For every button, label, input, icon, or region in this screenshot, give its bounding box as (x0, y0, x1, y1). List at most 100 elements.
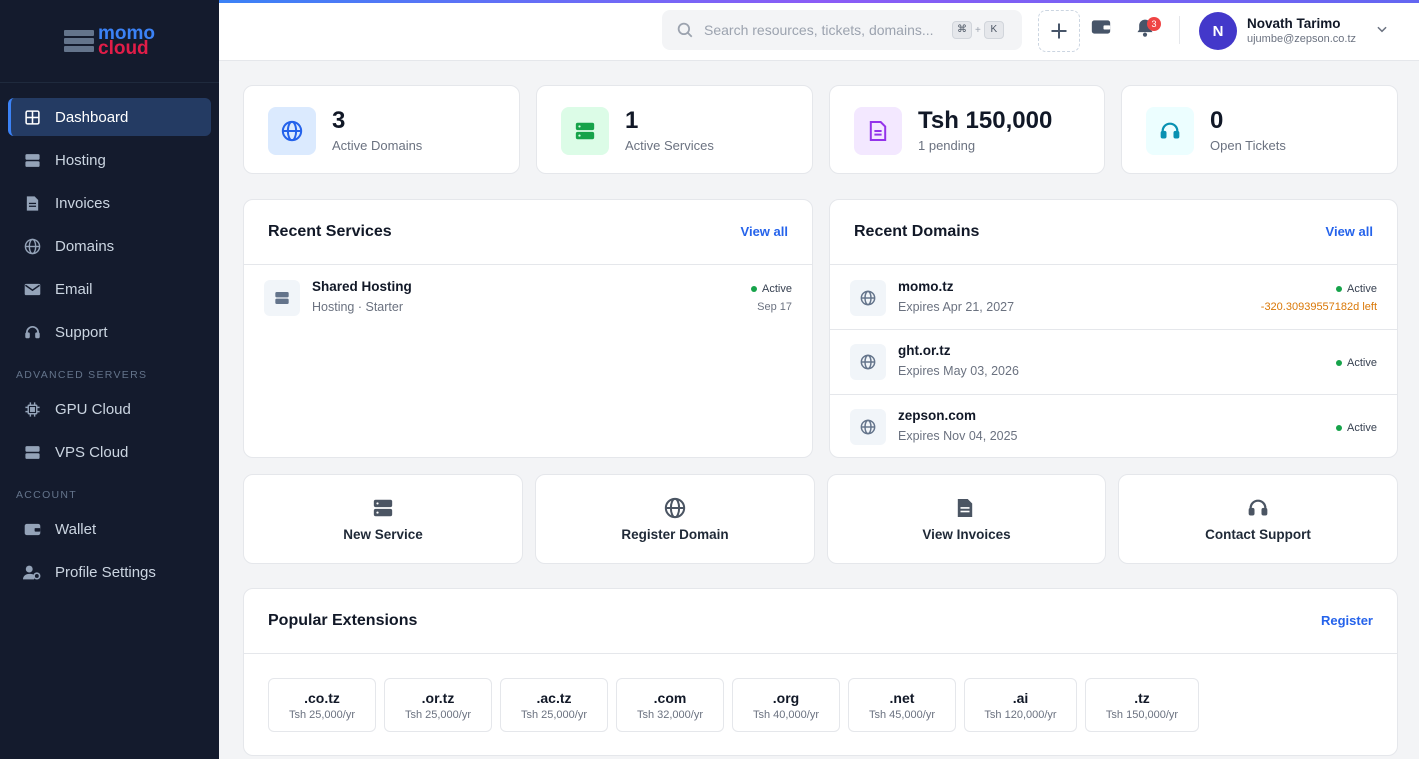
sidebar-item-wallet[interactable]: Wallet (8, 510, 211, 548)
extension-price: Tsh 45,000/yr (868, 708, 936, 721)
sidebar-item-email[interactable]: Email (8, 270, 211, 308)
extension-chip[interactable]: .co.tz Tsh 25,000/yr (268, 678, 376, 732)
service-row[interactable]: Shared Hosting Hosting · Starter Active … (244, 265, 812, 329)
logo[interactable]: momo cloud (0, 0, 219, 83)
status-dot (1336, 425, 1343, 431)
extension-chip[interactable]: .net Tsh 45,000/yr (848, 678, 956, 732)
domain-expiry: Expires Apr 21, 2027 (898, 300, 1015, 314)
recent-domains-panel: Recent Domains View all momo.tz Expires … (829, 199, 1398, 458)
quick-create-button[interactable] (1038, 10, 1080, 52)
search-box[interactable]: ⌘ + K (662, 10, 1022, 50)
search-input[interactable] (704, 22, 944, 38)
extension-price: Tsh 40,000/yr (752, 708, 820, 721)
stat-value: Tsh 150,000 (918, 107, 1053, 134)
action-label: Register Domain (621, 526, 729, 542)
extension-chip[interactable]: .com Tsh 32,000/yr (616, 678, 724, 732)
extension-name: .ai (1012, 689, 1029, 706)
extension-price: Tsh 25,000/yr (404, 708, 472, 721)
view-invoices-button[interactable]: View Invoices (827, 474, 1106, 564)
sidebar-item-vps-cloud[interactable]: VPS Cloud (8, 433, 211, 471)
register-link[interactable]: Register (1321, 613, 1373, 628)
panel-title: Recent Services (268, 223, 392, 240)
register-domain-button[interactable]: Register Domain (535, 474, 815, 564)
view-all-services-link[interactable]: View all (741, 224, 788, 239)
globe-icon (850, 280, 886, 316)
stat-card-open-tickets[interactable]: 0 Open Tickets (1121, 85, 1398, 174)
sidebar-item-label: Invoices (55, 194, 111, 212)
stat-card-active-services[interactable]: 1 Active Services (536, 85, 813, 174)
extension-chip[interactable]: .tz Tsh 150,000/yr (1085, 678, 1199, 732)
wallet-button[interactable] (1091, 18, 1115, 42)
sidebar-item-invoices[interactable]: Invoices (8, 184, 211, 222)
stat-card-active-domains[interactable]: 3 Active Domains (243, 85, 520, 174)
file-icon (23, 194, 41, 212)
nav-section-account: ACCOUNT (16, 489, 78, 501)
sidebar-item-dashboard[interactable]: Dashboard (8, 98, 211, 136)
divider (244, 653, 1397, 654)
sidebar-item-label: Support (55, 323, 108, 341)
globe-icon (23, 237, 41, 255)
grid-icon (23, 108, 41, 126)
status-badge: Active (1336, 283, 1377, 295)
domain-row[interactable]: ght.or.tz Expires May 03, 2026 Active (830, 329, 1397, 393)
action-label: Contact Support (1205, 526, 1311, 542)
logo-servers-icon (64, 30, 94, 52)
status-dot (1336, 286, 1343, 292)
contact-support-button[interactable]: Contact Support (1118, 474, 1398, 564)
globe-icon (664, 497, 686, 519)
sidebar-item-label: VPS Cloud (55, 443, 129, 461)
header-divider (1179, 16, 1180, 44)
service-name: Shared Hosting (312, 279, 412, 294)
accent-gradient-bar (219, 0, 1419, 3)
chevron-down-icon[interactable] (1375, 22, 1389, 36)
view-all-domains-link[interactable]: View all (1326, 224, 1373, 239)
status-text: Active (1347, 357, 1377, 369)
extension-chip[interactable]: .ac.tz Tsh 25,000/yr (500, 678, 608, 732)
status-badge: Active (1336, 422, 1377, 434)
extension-name: .co.tz (304, 689, 340, 706)
sidebar-item-support[interactable]: Support (8, 313, 211, 351)
status-text: Active (762, 283, 792, 295)
sidebar-item-gpu-cloud[interactable]: GPU Cloud (8, 390, 211, 428)
extension-price: Tsh 120,000/yr (984, 708, 1057, 721)
stat-label: Active Domains (332, 138, 423, 153)
domain-name: momo.tz (898, 279, 954, 294)
server-icon (23, 443, 41, 461)
domain-row[interactable]: momo.tz Expires Apr 21, 2027 Active -320… (830, 265, 1397, 329)
extension-chip[interactable]: .ai Tsh 120,000/yr (964, 678, 1077, 732)
keyboard-shortcut: ⌘ + K (952, 21, 1004, 39)
sidebar: momo cloud Dashboard Hosting Invoices Do… (0, 0, 219, 759)
user-name[interactable]: Novath Tarimo (1247, 16, 1341, 31)
avatar[interactable]: N (1199, 12, 1237, 50)
extension-name: .com (653, 689, 687, 706)
domain-name: zepson.com (898, 408, 977, 423)
status-dot (751, 286, 758, 292)
sidebar-item-label: Domains (55, 237, 115, 255)
extension-chip[interactable]: .or.tz Tsh 25,000/yr (384, 678, 492, 732)
sidebar-item-domains[interactable]: Domains (8, 227, 211, 265)
sidebar-item-profile-settings[interactable]: Profile Settings (8, 553, 211, 591)
domain-name: ght.or.tz (898, 343, 951, 358)
headset-icon (23, 323, 41, 341)
domain-row[interactable]: zepson.com Expires Nov 04, 2025 Active (830, 394, 1397, 458)
sidebar-item-hosting[interactable]: Hosting (8, 141, 211, 179)
action-label: New Service (343, 526, 423, 542)
chip-icon (23, 400, 41, 418)
extension-price: Tsh 25,000/yr (520, 708, 588, 721)
sidebar-item-label: Email (55, 280, 93, 298)
search-icon (676, 21, 694, 39)
extension-chip[interactable]: .org Tsh 40,000/yr (732, 678, 840, 732)
server-icon (264, 280, 300, 316)
panel-title: Recent Domains (854, 223, 980, 240)
stat-value: 0 (1210, 107, 1224, 134)
extension-price: Tsh 32,000/yr (636, 708, 704, 721)
stat-card-invoices[interactable]: Tsh 150,000 1 pending (829, 85, 1105, 174)
mail-icon (23, 280, 41, 298)
shortcut-key-k: K (983, 21, 1004, 39)
new-service-button[interactable]: New Service (243, 474, 523, 564)
service-detail: Hosting · Starter (312, 300, 404, 314)
globe-icon (268, 107, 316, 155)
status-badge: Active (751, 283, 792, 295)
headset-icon (1247, 497, 1269, 519)
sidebar-item-label: GPU Cloud (55, 400, 131, 418)
